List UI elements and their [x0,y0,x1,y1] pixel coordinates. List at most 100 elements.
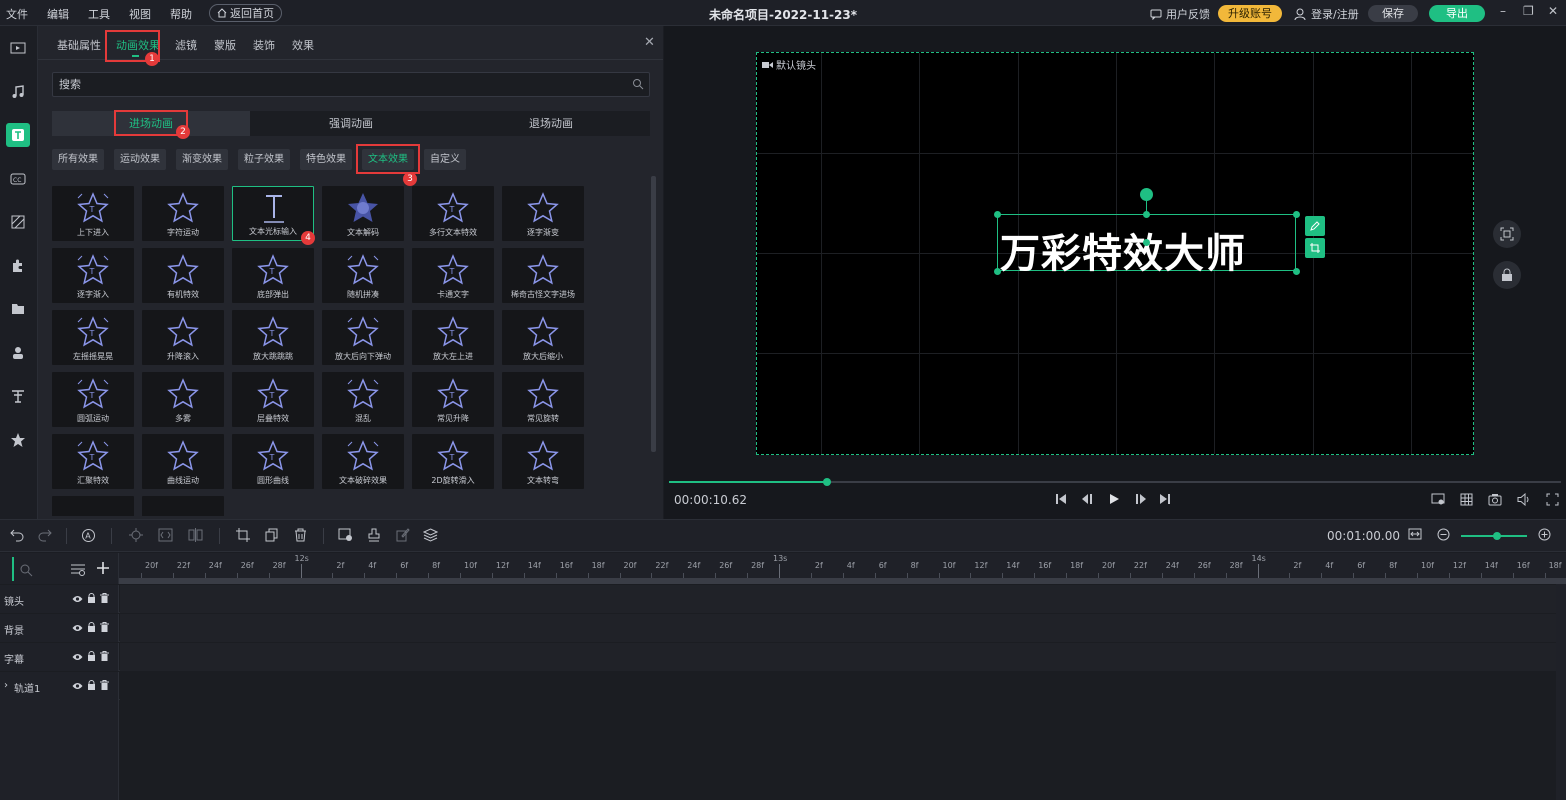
effect-item[interactable]: T 多行文本特效 [412,186,494,241]
menu-view[interactable]: 视图 [129,6,151,22]
effect-item[interactable]: 文本转弯 [502,434,584,489]
resize-handle[interactable] [994,268,1001,275]
effect-item[interactable]: 放大后缩小 [502,310,584,365]
character-icon[interactable] [6,341,30,365]
undo-icon[interactable] [10,528,24,542]
add-track-icon[interactable] [96,561,110,575]
tab-effect[interactable]: 效果 [292,37,314,53]
zoom-out-icon[interactable] [1437,528,1450,541]
track-lane[interactable] [120,614,1556,642]
trash-icon[interactable] [100,622,109,635]
zoom-in-icon[interactable] [1538,528,1551,541]
snapshot-icon[interactable] [1488,493,1502,506]
lock-icon[interactable] [87,651,96,664]
effect-item[interactable]: 字符运动 [142,186,224,241]
search-icon[interactable] [632,78,644,90]
track-lane[interactable] [120,585,1556,613]
background-icon[interactable] [6,210,30,234]
redo-icon[interactable] [38,528,52,542]
rotate-icon[interactable] [1140,188,1153,201]
effect-item[interactable]: 随机拼凑 [322,248,404,303]
crop-tool-icon[interactable] [236,528,250,542]
trash-icon[interactable] [100,651,109,664]
text-icon[interactable] [6,123,30,147]
category-all[interactable]: 所有效果 [52,149,104,170]
resize-handle[interactable] [1293,268,1300,275]
grid-toggle-icon[interactable] [1460,493,1473,506]
subtitle-icon[interactable]: CC [6,167,30,191]
effect-item[interactable]: T 圆形曲线 [232,434,314,489]
eye-icon[interactable] [72,622,83,635]
volume-icon[interactable] [1517,493,1531,506]
effect-item[interactable]: 放大后向下弹动 [322,310,404,365]
effect-item[interactable]: T 常见升降 [412,372,494,427]
delete-icon[interactable] [294,528,307,542]
expand-chevron-icon[interactable]: › [4,680,8,691]
effect-item[interactable]: T 底部弹出 [232,248,314,303]
eye-icon[interactable] [72,680,83,693]
folder-icon[interactable] [6,297,30,321]
resize-handle[interactable] [1293,211,1300,218]
playback-progress-track[interactable] [669,478,1561,486]
effect-item[interactable]: 文本破碎效果 [322,434,404,489]
effect-item[interactable] [142,496,224,516]
resize-handle[interactable] [1143,211,1150,218]
category-gradient[interactable]: 渐变效果 [176,149,228,170]
search-input[interactable] [59,78,619,91]
title-text[interactable]: 万彩特效大师 [998,221,1297,279]
category-particle[interactable]: 粒子效果 [238,149,290,170]
effect-item[interactable]: T 左摇摇晃晃 [52,310,134,365]
copy-icon[interactable] [265,528,278,542]
tab-exit-animation[interactable]: 退场动画 [452,111,650,136]
save-button[interactable]: 保存 [1368,5,1418,22]
tab-decoration[interactable]: 装饰 [253,37,275,53]
effect-item[interactable]: T 层叠特效 [232,372,314,427]
effect-item[interactable]: 文本解码 [322,186,404,241]
lock-icon[interactable] [87,593,96,606]
close-window-icon[interactable]: ✕ [1548,4,1558,18]
next-frame-icon[interactable] [1133,493,1147,505]
plugin-icon[interactable] [6,254,30,278]
eye-icon[interactable] [72,651,83,664]
edit-pencil-icon[interactable] [1305,216,1325,236]
stamp-icon[interactable] [367,528,381,542]
tab-mask[interactable]: 蒙版 [214,37,236,53]
time-ruler[interactable]: 20f 22f 24f 26f 28f 12s 2f 4f 6f 8f 10f 12f 14f 16f 18… [119,553,1566,578]
resize-handle[interactable] [994,211,1001,218]
track-lane[interactable] [120,672,1556,700]
effect-item[interactable]: 有机特效 [142,248,224,303]
track-settings-icon[interactable] [70,562,86,576]
effect-item[interactable]: 曲线运动 [142,434,224,489]
skip-to-start-icon[interactable] [1055,493,1067,505]
effect-item[interactable]: 逐字渐变 [502,186,584,241]
target-icon[interactable] [129,528,143,542]
zoom-slider[interactable] [1461,532,1527,540]
menu-help[interactable]: 帮助 [170,6,192,22]
lock-icon[interactable] [1493,261,1521,289]
home-button[interactable]: 返回首页 [209,4,282,22]
feedback-link[interactable]: 用户反馈 [1150,6,1210,22]
mirror-icon[interactable] [188,528,203,542]
timeline-zoom-icon[interactable] [19,563,33,577]
effect-item[interactable]: T 逐字渐入 [52,248,134,303]
previous-frame-icon[interactable] [1081,493,1095,505]
lock-icon[interactable] [87,680,96,693]
track-lane[interactable] [120,643,1556,671]
tab-emphasis-animation[interactable]: 强调动画 [252,111,450,136]
video-media-icon[interactable] [6,36,30,60]
category-featured[interactable]: 特色效果 [300,149,352,170]
music-icon[interactable] [6,80,30,104]
minimize-icon[interactable]: – [1500,4,1506,18]
close-icon[interactable]: ✕ [644,35,655,50]
preview-canvas[interactable]: 默认镜头 万彩特效大师 [756,52,1474,455]
menu-edit[interactable]: 编辑 [47,6,69,22]
tab-filter[interactable]: 滤镜 [175,37,197,53]
anchor-handle[interactable] [1143,239,1150,246]
restore-icon[interactable]: ❐ [1523,4,1534,18]
trash-icon[interactable] [100,593,109,606]
play-icon[interactable] [1108,493,1120,505]
eye-icon[interactable] [72,593,83,606]
export-button[interactable]: 导出 [1429,5,1485,22]
zoom-slider-knob[interactable] [1493,532,1502,540]
fullscreen-icon[interactable] [1546,493,1559,506]
